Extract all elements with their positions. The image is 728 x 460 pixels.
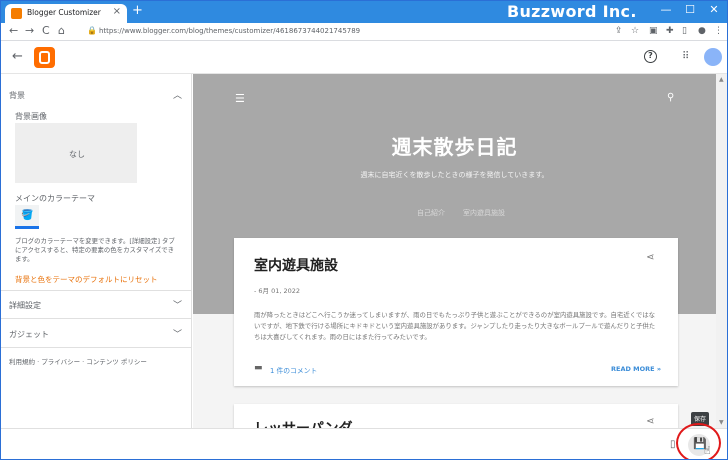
tab-title: Blogger Customizer [27,8,101,17]
comment-icon: ▬ [254,363,263,373]
color-theme-swatch[interactable]: 🪣 [15,205,39,229]
blogger-header: ← ? ⠿ [1,41,727,74]
share-icon[interactable]: ⇪ [615,26,623,36]
new-tab-button[interactable]: + [132,3,143,18]
scroll-up-icon[interactable]: ▲ [719,76,724,83]
back-nav-icon[interactable]: ← [9,24,18,37]
gadget-section-header[interactable]: ガジェット [9,329,49,340]
puzzle-icon[interactable]: ✚ [666,26,674,36]
chevron-up-icon[interactable]: ︿ [173,88,182,101]
background-image-label: 背景画像 [15,112,47,121]
tab-close-icon[interactable]: × [113,6,121,17]
chevron-down-icon[interactable]: ﹀ [173,298,182,311]
blog-description: 週末に自宅近くを散歩したときの様子を発信していきます。 [360,171,549,179]
back-arrow-icon[interactable]: ← [12,49,23,64]
blog-preview: ☰ ⚲ 週末散歩日記 週末に自宅近くを散歩したときの様子を発信していきます。 自… [193,74,716,428]
highlight-circle [676,423,721,459]
post-title[interactable]: レッサーパンダ [254,418,353,428]
extension-icon[interactable]: ▣ [649,26,658,36]
preview-scrollbar[interactable]: ▲ ▼ [716,74,727,428]
help-icon[interactable]: ? [644,50,657,63]
hand-cursor-icon: ☝ [704,444,711,457]
search-icon[interactable]: ⚲ [667,92,674,103]
post-card: レッサーパンダ ⋖ [234,404,678,428]
minimize-button[interactable]: — [657,3,675,19]
background-image-picker[interactable]: なし [15,123,137,183]
apps-grid-icon[interactable]: ⠿ [682,51,689,62]
hamburger-menu-icon[interactable]: ☰ [235,92,245,105]
avatar[interactable] [704,48,722,66]
brand-watermark: Buzzword Inc. [507,2,637,21]
footer-links[interactable]: 利用規約 · プライバシー · コンテンツ ポリシー [9,356,147,366]
tab-bar: Blogger Customizer × + Buzzword Inc. — ☐… [1,1,727,23]
page-link-about[interactable]: 自己紹介 [417,208,445,218]
url-text: https://www.blogger.com/blog/themes/cust… [99,27,361,35]
paint-bucket-icon: 🪣 [21,210,34,221]
post-body: 雨が降ったときはどこへ行こうか迷ってしまいますが、雨の日でもたっぷり子供と遊ぶこ… [254,311,656,341]
divider [1,290,191,291]
lock-icon: 🔒 [87,26,97,35]
chevron-down-icon[interactable]: ﹀ [173,327,182,340]
blog-title[interactable]: 週末散歩日記 [193,131,716,160]
url-bar[interactable]: 🔒 https://www.blogger.com/blog/themes/cu… [87,25,607,39]
blogger-favicon-icon [11,8,22,19]
forward-nav-icon[interactable]: → [25,24,34,37]
blogger-logo-icon[interactable] [34,47,55,68]
theme-description: ブログのカラーテーマを変更できます。[詳細設定] タブにアクセスすると、特定の要… [15,237,175,263]
post-card: 室内遊具施設 ⋖ - 6月 01, 2022 雨が降ったときはどこへ行こうか迷っ… [234,238,678,386]
address-toolbar: ← → C ⌂ 🔒 https://www.blogger.com/blog/t… [1,23,727,41]
sidebar-icon[interactable]: ▯ [682,26,687,36]
post-date: - 6月 01, 2022 [254,287,301,295]
save-tooltip-text: 保存 [694,416,707,423]
background-image-value: なし [69,150,85,159]
page-link-indoor[interactable]: 室内遊具施設 [463,208,505,218]
close-window-button[interactable]: ✕ [705,3,723,19]
browser-window: Blogger Customizer × + Buzzword Inc. — ☐… [0,0,728,460]
reset-colors-link[interactable]: 背景と色をテーマのデフォルトにリセット [15,274,158,285]
post-title[interactable]: 室内遊具施設 [254,255,338,275]
menu-icon[interactable]: ⋮ [714,26,723,36]
divider [1,318,191,319]
customizer-sidebar: 背景 ︿ 背景画像 なし メインのカラーテーマ 🪣 ブログのカラーテーマを変更で… [1,74,192,428]
read-more-link[interactable]: READ MORE » [611,365,661,373]
advanced-settings-header[interactable]: 詳細設定 [9,300,41,311]
scroll-down-icon[interactable]: ▼ [719,419,724,426]
maximize-button[interactable]: ☐ [681,3,699,19]
home-icon[interactable]: ⌂ [58,24,65,37]
star-icon[interactable]: ☆ [631,26,639,36]
profile-icon[interactable]: ● [698,26,706,36]
share-icon[interactable]: ⋖ [646,416,654,427]
comments-link[interactable]: 1 件のコメント [270,365,317,375]
bottom-action-bar: ▯ 💾 [1,428,727,459]
share-icon[interactable]: ⋖ [646,252,654,263]
divider [1,347,191,348]
main-color-theme-label: メインのカラーテーマ [15,194,95,203]
background-section-header[interactable]: 背景 [9,90,25,101]
tab-blogger-customizer[interactable]: Blogger Customizer × [5,4,127,23]
reload-icon[interactable]: C [42,24,50,37]
mobile-preview-icon[interactable]: ▯ [670,439,676,450]
